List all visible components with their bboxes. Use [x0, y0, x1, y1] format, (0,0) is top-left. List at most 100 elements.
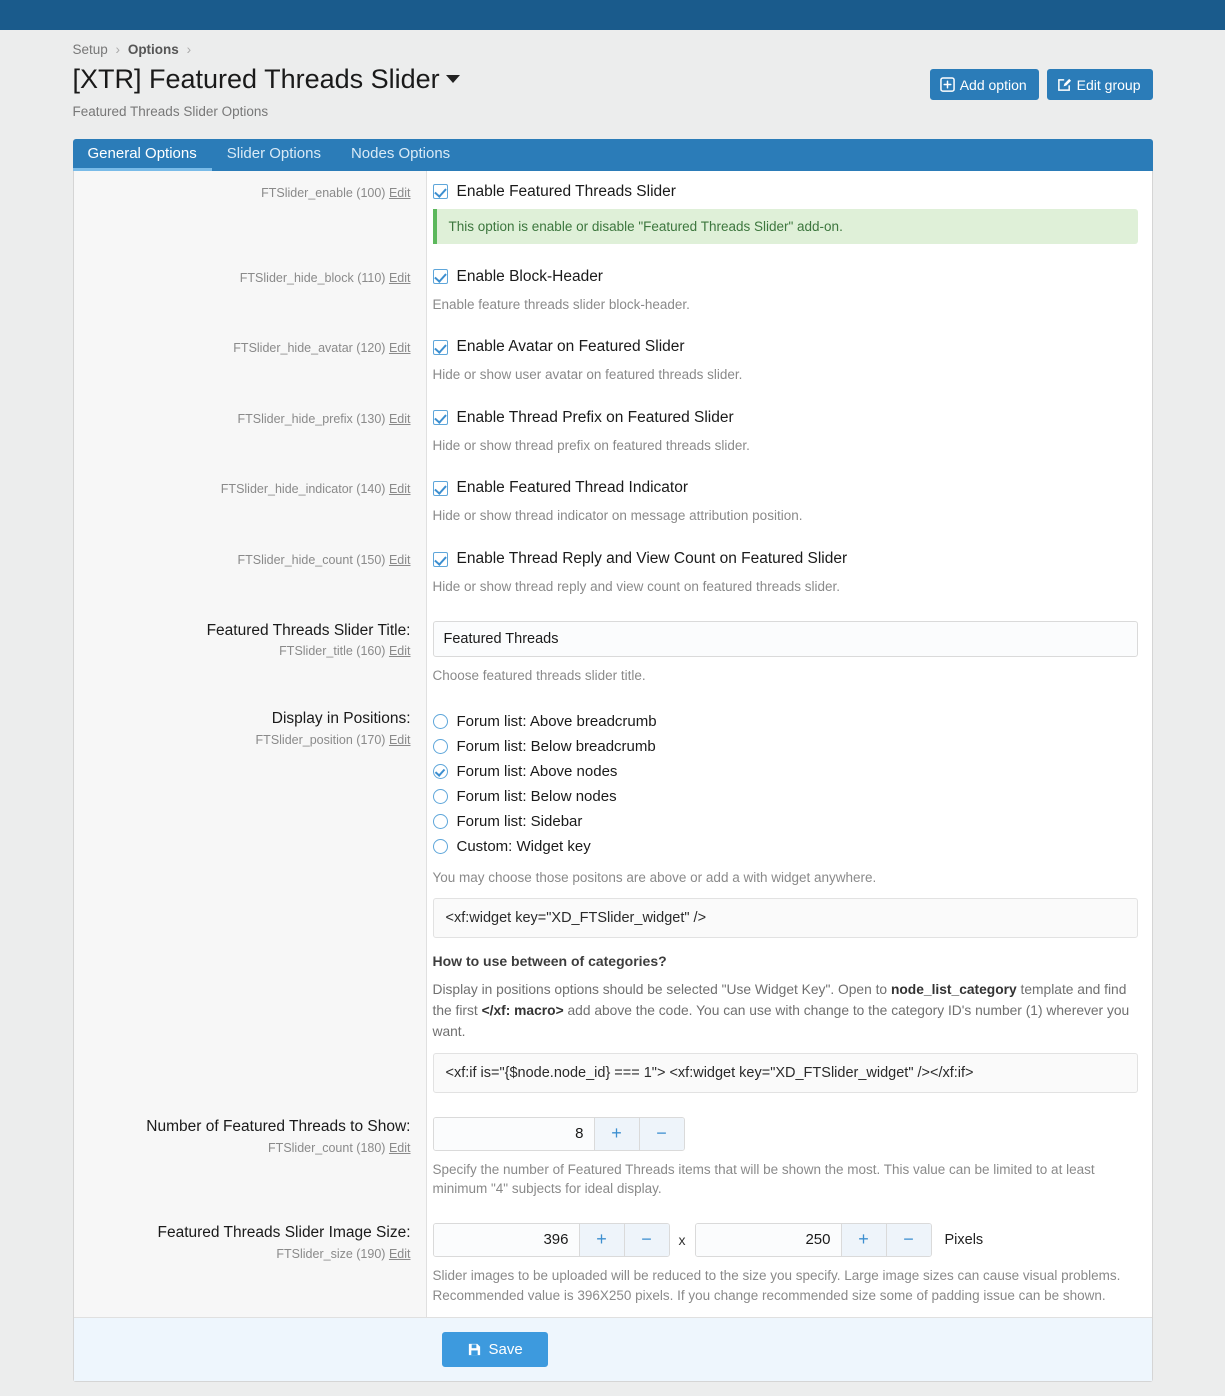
- count-input[interactable]: [433, 1117, 594, 1150]
- radio-icon[interactable]: [432, 739, 448, 755]
- option-key-text: FTSlider_hide_count (150): [237, 553, 386, 567]
- option-title: Number of Featured Threads to Show:: [146, 1117, 411, 1135]
- radio-option-above-nodes[interactable]: Forum list: Above nodes: [432, 759, 1138, 784]
- option-key-label: FTSlider_hide_avatar (120) Edit: [84, 340, 411, 358]
- image-width-decrement-button[interactable]: −: [623, 1223, 669, 1256]
- option-control-column: + − x + − Pixels Slider images to be: [426, 1210, 1152, 1318]
- image-width-increment-button[interactable]: +: [578, 1223, 624, 1256]
- header-actions: Add option Edit group: [929, 63, 1153, 100]
- option-key-label: FTSlider_hide_count (150) Edit: [84, 552, 411, 570]
- category-code-box[interactable]: <xf:if is="{$node.node_id} === 1"> <xf:w…: [432, 1052, 1138, 1093]
- image-width-stepper: + −: [432, 1222, 670, 1257]
- tab-general-options[interactable]: General Options: [72, 139, 212, 171]
- checkbox-row[interactable]: Enable Featured Threads Slider: [432, 182, 1138, 201]
- edit-link[interactable]: Edit: [389, 1247, 411, 1261]
- size-unit-label: Pixels: [944, 1231, 984, 1248]
- edit-link[interactable]: Edit: [389, 1141, 411, 1155]
- checkbox-row[interactable]: Enable Featured Thread Indicator: [432, 479, 1138, 497]
- checkbox-row[interactable]: Enable Thread Reply and View Count on Fe…: [432, 550, 1138, 568]
- radio-option-below-nodes[interactable]: Forum list: Below nodes: [432, 784, 1138, 809]
- save-button[interactable]: Save: [441, 1332, 548, 1368]
- radio-icon[interactable]: [432, 839, 448, 855]
- option-control-column: Enable Thread Prefix on Featured Slider …: [426, 396, 1152, 468]
- breadcrumb-item-setup[interactable]: Setup: [73, 42, 108, 57]
- edit-link[interactable]: Edit: [389, 482, 411, 496]
- count-stepper: + −: [432, 1116, 685, 1151]
- option-control-column: Choose featured threads slider title.: [426, 608, 1152, 698]
- radio-option-above-breadcrumb[interactable]: Forum list: Above breadcrumb: [432, 709, 1138, 734]
- option-key-label: FTSlider_count (180) Edit: [84, 1140, 411, 1158]
- option-row-ftslider-hide-prefix: FTSlider_hide_prefix (130) Edit Enable T…: [73, 396, 1152, 468]
- edit-link[interactable]: Edit: [389, 341, 411, 355]
- breadcrumb-separator-icon: ›: [115, 42, 121, 57]
- option-label-column: Number of Featured Threads to Show: FTSl…: [73, 1104, 427, 1211]
- edit-link[interactable]: Edit: [389, 186, 411, 200]
- chevron-down-icon[interactable]: [445, 75, 460, 84]
- edit-group-button[interactable]: Edit group: [1046, 69, 1153, 100]
- radio-label: Forum list: Above nodes: [456, 763, 618, 781]
- checkbox-icon[interactable]: [432, 269, 448, 285]
- image-height-increment-button[interactable]: +: [840, 1223, 886, 1256]
- tab-slider-options[interactable]: Slider Options: [212, 139, 336, 171]
- radio-option-below-breadcrumb[interactable]: Forum list: Below breadcrumb: [432, 734, 1138, 759]
- slider-title-input[interactable]: [432, 620, 1138, 657]
- edit-link[interactable]: Edit: [389, 553, 411, 567]
- count-decrement-button[interactable]: −: [638, 1117, 684, 1150]
- checkbox-label: Enable Featured Threads Slider: [456, 182, 676, 200]
- option-control-column: Enable Featured Thread Indicator Hide or…: [426, 467, 1152, 538]
- edit-link[interactable]: Edit: [389, 644, 411, 658]
- image-height-decrement-button[interactable]: −: [885, 1223, 931, 1256]
- option-label-column: FTSlider_hide_indicator (140) Edit: [73, 467, 427, 538]
- add-option-button[interactable]: Add option: [929, 69, 1039, 100]
- checkbox-icon[interactable]: [432, 551, 448, 567]
- option-description: Specify the number of Featured Threads i…: [432, 1161, 1095, 1197]
- radio-option-sidebar[interactable]: Forum list: Sidebar: [432, 809, 1138, 834]
- checkbox-icon[interactable]: [432, 184, 448, 200]
- option-description: Hide or show thread indicator on message…: [432, 508, 803, 524]
- checkbox-row[interactable]: Enable Block-Header: [432, 268, 1138, 286]
- edit-link[interactable]: Edit: [389, 733, 411, 747]
- option-row-ftslider-hide-avatar: FTSlider_hide_avatar (120) Edit Enable A…: [73, 326, 1152, 397]
- option-title: Featured Threads Slider Image Size:: [157, 1223, 411, 1241]
- image-size-row: + − x + − Pixels: [432, 1222, 1138, 1257]
- option-label-column: Display in Positions: FTSlider_position …: [73, 697, 427, 1105]
- checkbox-icon[interactable]: [432, 480, 448, 496]
- radio-icon[interactable]: [432, 789, 448, 805]
- widget-code-box[interactable]: <xf:widget key="XD_FTSlider_widget" />: [432, 897, 1138, 938]
- option-label-column: FTSlider_enable (100) Edit: [73, 170, 427, 256]
- checkbox-icon[interactable]: [432, 339, 448, 355]
- edit-link[interactable]: Edit: [389, 412, 411, 426]
- count-increment-button[interactable]: +: [593, 1117, 639, 1150]
- option-description: You may choose those positons are above …: [432, 870, 877, 886]
- howto-heading: How to use between of categories?: [432, 952, 667, 969]
- option-key-text: FTSlider_size (190): [276, 1246, 386, 1261]
- checkbox-icon[interactable]: [432, 410, 448, 426]
- title-row: [XTR] Featured Threads Slider Featured T…: [73, 61, 1153, 119]
- option-control-column: Enable Featured Threads Slider This opti…: [426, 170, 1152, 256]
- option-control-column: Forum list: Above breadcrumb Forum list:…: [426, 697, 1152, 1105]
- option-row-ftslider-hide-block: FTSlider_hide_block (110) Edit Enable Bl…: [73, 255, 1152, 327]
- option-label-column: FTSlider_hide_block (110) Edit: [73, 255, 427, 327]
- option-key-text: FTSlider_enable (100): [261, 185, 386, 200]
- option-key-text: FTSlider_hide_indicator (140): [220, 482, 386, 497]
- option-key-text: FTSlider_count (180): [268, 1140, 386, 1155]
- top-navigation-bar: [0, 0, 1225, 30]
- option-key-text: FTSlider_hide_avatar (120): [233, 341, 386, 356]
- radio-icon-selected[interactable]: [432, 764, 448, 780]
- breadcrumb-item-options[interactable]: Options: [128, 42, 179, 57]
- image-height-input[interactable]: [695, 1223, 841, 1256]
- add-option-label: Add option: [959, 76, 1027, 93]
- radio-icon[interactable]: [432, 814, 448, 830]
- radio-icon[interactable]: [432, 714, 448, 730]
- option-title: Display in Positions:: [271, 710, 411, 728]
- edit-link[interactable]: Edit: [389, 271, 411, 285]
- option-description: Hide or show user avatar on featured thr…: [432, 367, 743, 383]
- option-description: Enable feature threads slider block-head…: [432, 296, 690, 312]
- page-container: Setup › Options › [XTR] Featured Threads…: [0, 30, 1225, 1383]
- option-key-text: FTSlider_position (170): [255, 733, 386, 748]
- tab-nodes-options[interactable]: Nodes Options: [336, 139, 465, 171]
- checkbox-row[interactable]: Enable Thread Prefix on Featured Slider: [432, 409, 1138, 427]
- radio-option-custom-widget-key[interactable]: Custom: Widget key: [432, 834, 1138, 859]
- image-width-input[interactable]: [433, 1223, 579, 1256]
- checkbox-row[interactable]: Enable Avatar on Featured Slider: [432, 338, 1138, 356]
